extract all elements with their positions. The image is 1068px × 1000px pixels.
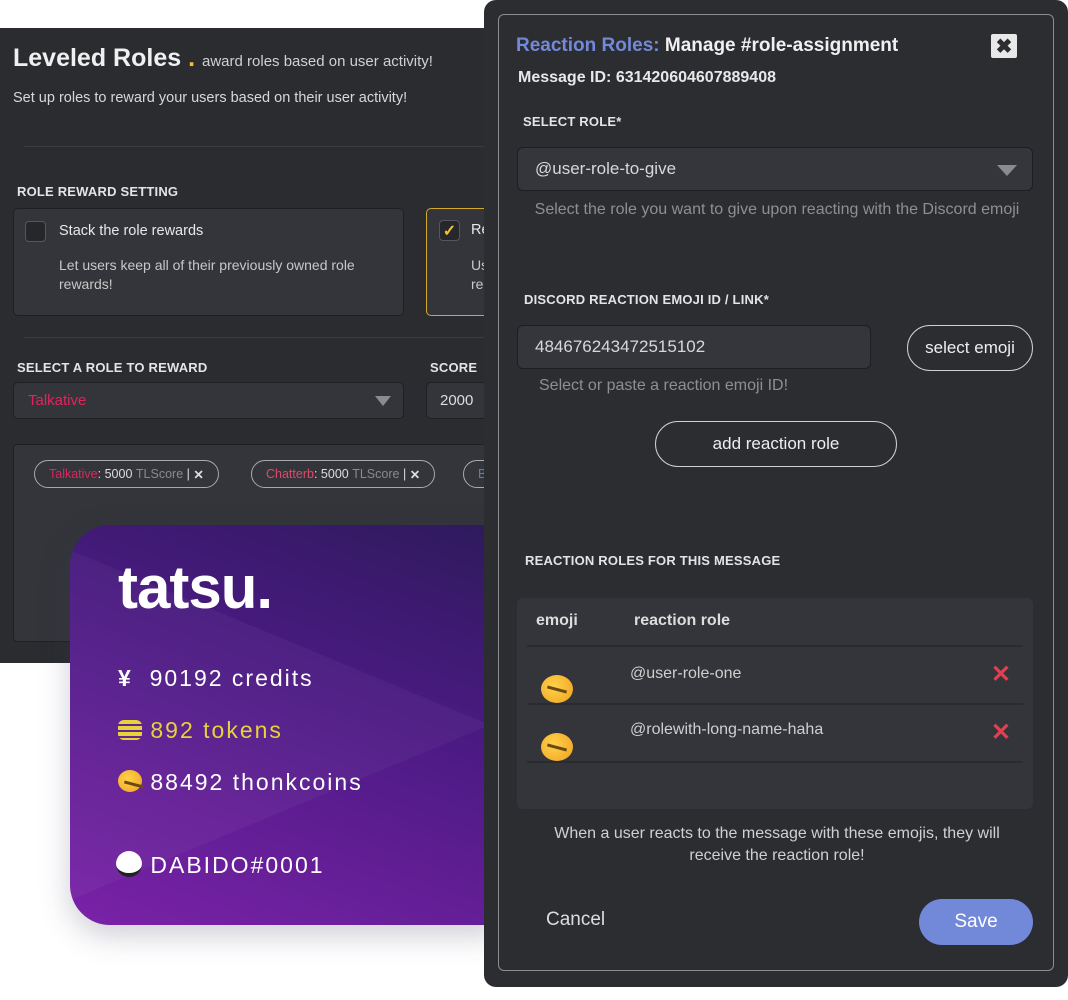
reaction-roles-modal: Reaction Roles: Manage #role-assignment … xyxy=(484,0,1068,987)
stack-rewards-checkbox[interactable] xyxy=(25,221,46,242)
title-dot: . xyxy=(188,44,196,72)
reaction-role: @user-role-one xyxy=(630,665,742,682)
avatar xyxy=(116,851,142,877)
thonk-emoji-icon xyxy=(541,733,573,761)
credits: 90192 credits xyxy=(149,665,314,691)
delete-icon[interactable]: ✕ xyxy=(991,660,1011,689)
check-icon[interactable]: ✓ xyxy=(439,220,460,241)
thonk-icon xyxy=(118,770,142,792)
select-emoji-button[interactable]: select emoji xyxy=(907,325,1033,371)
yen-icon: ¥ xyxy=(118,665,133,691)
divider xyxy=(24,337,494,338)
role-select[interactable]: Talkative xyxy=(13,382,404,419)
option-title: Stack the role rewards xyxy=(59,223,204,239)
reaction-role: @rolewith-long-name-haha xyxy=(630,721,824,738)
select-role-label: SELECT ROLE* xyxy=(523,114,622,129)
tatsu-logo: tatsu. xyxy=(118,554,273,621)
column-header-role: reaction role xyxy=(634,612,731,629)
message-id: Message ID: 631420604607889408 xyxy=(518,69,776,86)
page-description: Set up roles to reward your users based … xyxy=(13,90,408,106)
save-button[interactable]: Save xyxy=(919,899,1033,945)
coins-icon xyxy=(118,720,142,740)
reaction-roles-table: emoji reaction role @user-role-one ✕ @ro… xyxy=(517,598,1033,809)
emoji-id-label: DISCORD REACTION EMOJI ID / LINK* xyxy=(524,292,769,307)
role-chip: Chatterb: 5000 TLScore | ✕ xyxy=(251,460,436,488)
footer-note: When a user reacts to the message with t… xyxy=(554,825,1000,864)
chevron-down-icon xyxy=(997,165,1017,176)
divider xyxy=(24,146,494,147)
page-title: Leveled Roles . award roles based on use… xyxy=(13,44,433,73)
close-button[interactable]: ✖ xyxy=(991,34,1017,58)
role-chip: Talkative: 5000 TLScore | ✕ xyxy=(34,460,219,488)
selected-role: Talkative xyxy=(28,392,87,409)
row-divider xyxy=(527,761,1023,763)
stack-rewards-option[interactable]: Stack the role rewards Let users keep al… xyxy=(13,208,404,316)
selected-role: @user-role-to-give xyxy=(535,159,677,178)
role-reward-setting-label: ROLE REWARD SETTING xyxy=(17,184,179,199)
tokens: 892 tokens xyxy=(150,717,283,743)
remove-chip-icon[interactable]: ✕ xyxy=(410,467,420,482)
reaction-roles-list-label: REACTION ROLES FOR THIS MESSAGE xyxy=(525,553,781,568)
emoji-id-input[interactable]: 484676243472515102 xyxy=(517,325,871,369)
column-header-emoji: emoji xyxy=(536,612,578,629)
emoji-id-help: Select or paste a reaction emoji ID! xyxy=(539,377,789,394)
table-row: @user-role-one ✕ xyxy=(527,645,1023,703)
cancel-button[interactable]: Cancel xyxy=(546,909,605,931)
select-role-help: Select the role you want to give upon re… xyxy=(534,201,1020,218)
role-select[interactable]: @user-role-to-give xyxy=(517,147,1033,191)
modal-frame: Reaction Roles: Manage #role-assignment … xyxy=(498,14,1054,971)
thonk-emoji-icon xyxy=(541,675,573,703)
select-role-label: SELECT A ROLE TO REWARD xyxy=(17,360,208,375)
table-row: @rolewith-long-name-haha ✕ xyxy=(527,703,1023,761)
tatsu-profile-card: tatsu. ¥ 90192 credits 892 tokens 88492 … xyxy=(70,525,500,925)
remove-chip-icon[interactable]: ✕ xyxy=(193,467,203,482)
page-subtitle: award roles based on user activity! xyxy=(202,53,433,70)
option-description: Let users keep all of their previously o… xyxy=(59,257,355,292)
username: DABIDO#0001 xyxy=(150,852,325,878)
chevron-down-icon xyxy=(375,396,391,406)
add-reaction-role-button[interactable]: add reaction role xyxy=(655,421,897,467)
modal-title: Reaction Roles: Manage #role-assignment xyxy=(516,35,899,56)
score-label: SCORE xyxy=(430,360,478,375)
thonkcoins: 88492 thonkcoins xyxy=(150,769,363,795)
title-text: Leveled Roles xyxy=(13,44,182,72)
delete-icon[interactable]: ✕ xyxy=(991,718,1011,747)
